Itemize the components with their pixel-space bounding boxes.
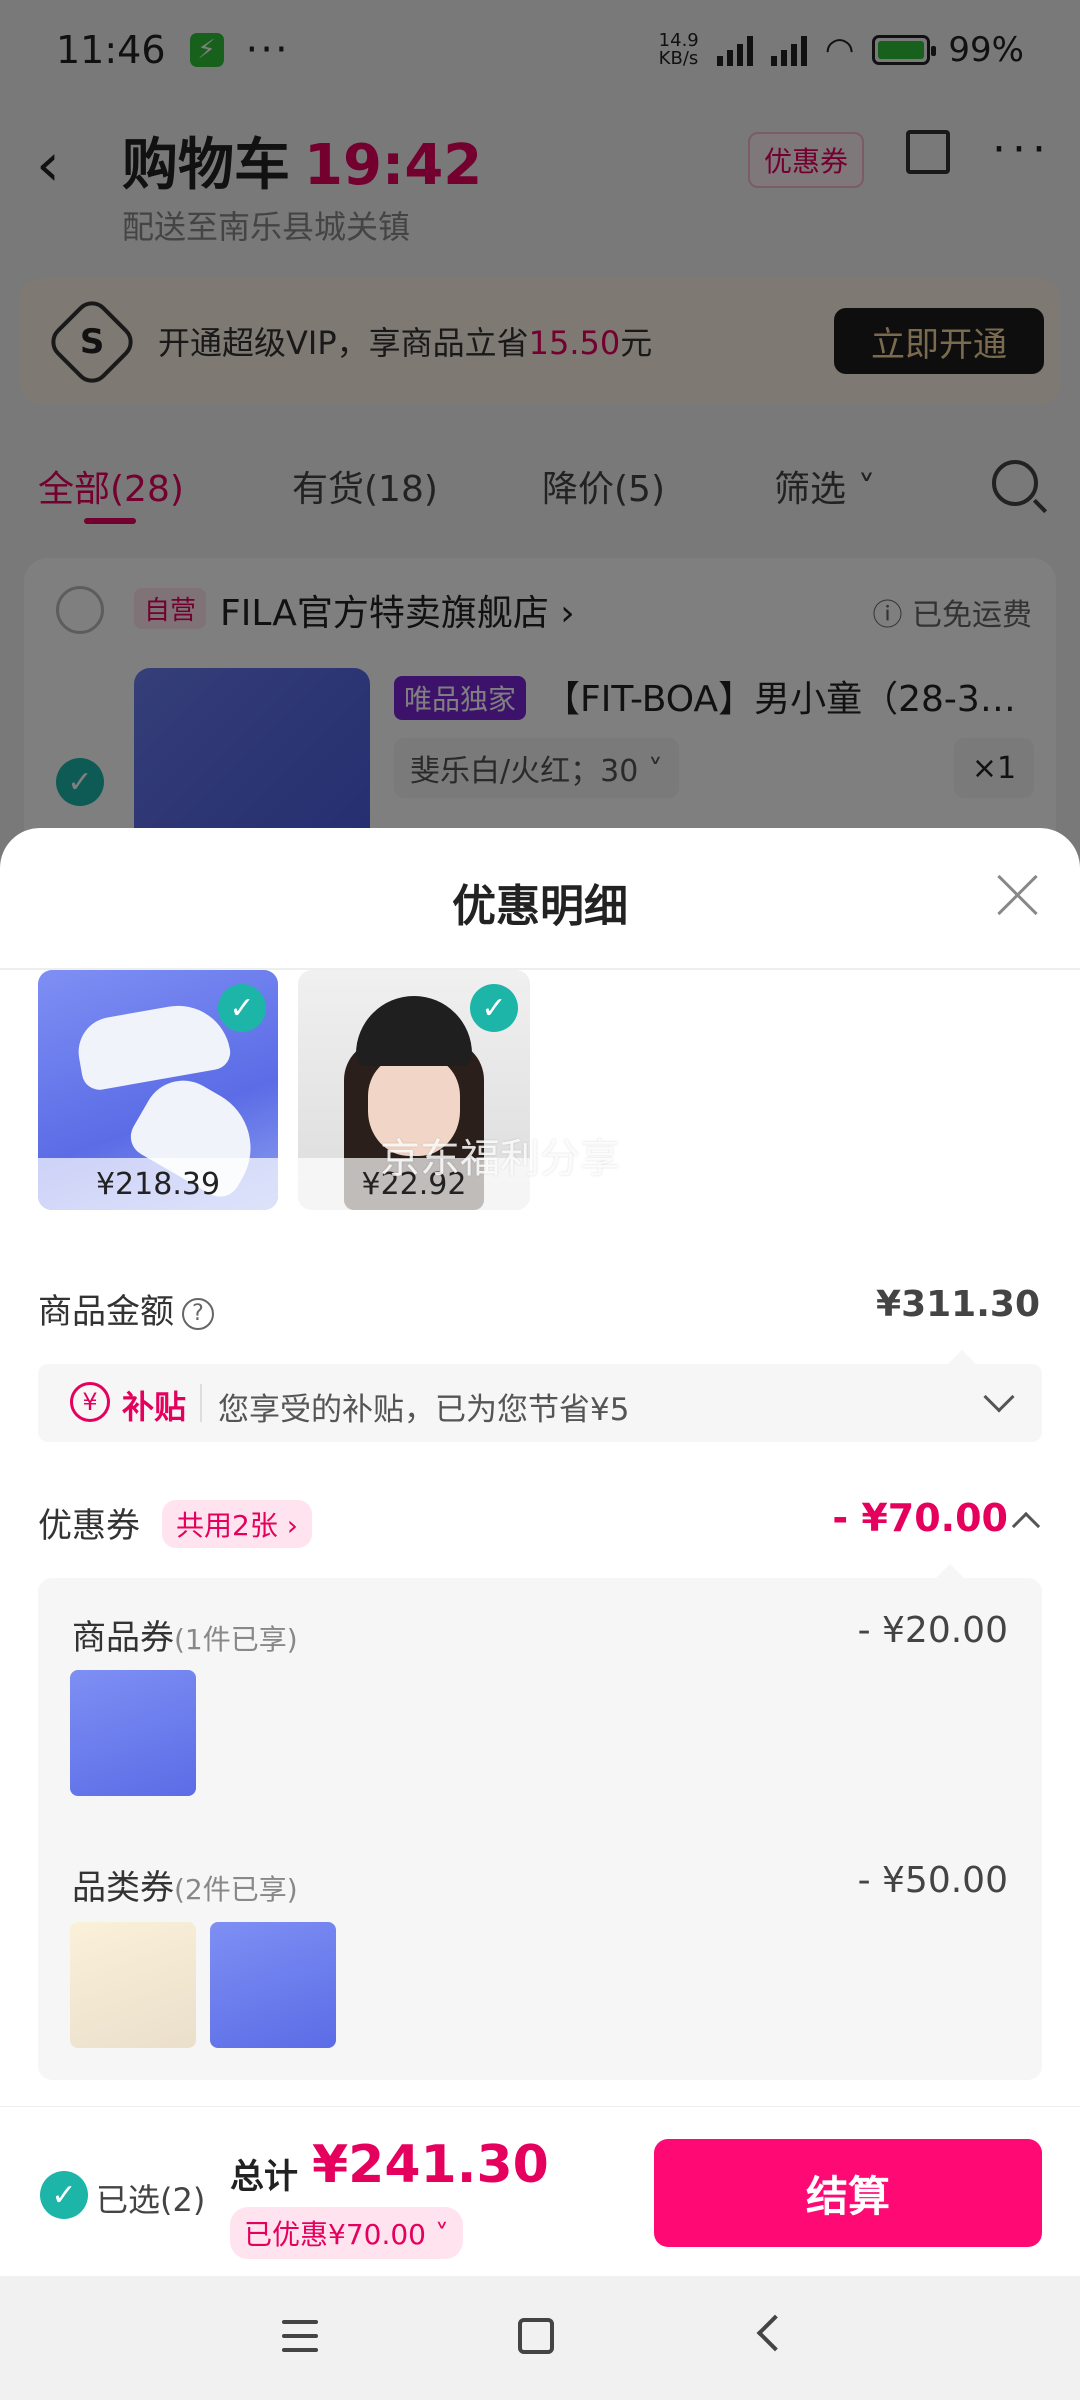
coupon-item-thumbnail <box>210 1922 336 2048</box>
subsidy-tag: 补贴 <box>122 1388 187 1426</box>
product-coupon-title: 商品券(1件已享) <box>72 1618 298 1658</box>
item-price: ¥218.39 <box>38 1158 278 1210</box>
discount-detail-sheet: 优惠明细 ✓ ¥218.39 ✓ ¥22.92 京东福利分享 商品金额? ¥31… <box>0 828 1080 2276</box>
coupon-count-chip[interactable]: 共用2张 › <box>162 1500 312 1548</box>
close-icon[interactable] <box>996 872 1040 916</box>
coupon-detail-panel: 商品券(1件已享) - ¥20.00 品类券(2件已享) - ¥50.00 <box>38 1578 1042 2080</box>
coupon-item-thumbnail <box>70 1670 196 1796</box>
subsidy-gift-icon: ¥ <box>70 1382 110 1422</box>
subsidy-text: 您享受的补贴，已为您节省¥5 <box>218 1392 630 1428</box>
hat-image <box>356 996 472 1066</box>
coupon-label: 优惠券 <box>38 1506 140 1546</box>
system-nav-bar <box>0 2276 1080 2400</box>
help-icon[interactable]: ? <box>182 1297 214 1330</box>
product-coupon-amount: - ¥20.00 <box>857 1610 1008 1651</box>
chevron-down-icon <box>983 1381 1015 1413</box>
recent-apps-icon[interactable] <box>282 2320 318 2352</box>
checkout-bar: ✓ 已选(2) 总计 ¥241.30 已优惠¥70.00 ˅ 结算 <box>0 2106 1080 2276</box>
category-coupon-title: 品类券(2件已享) <box>72 1868 298 1908</box>
goods-amount-value: ¥311.30 <box>876 1284 1040 1325</box>
home-icon[interactable] <box>518 2318 554 2354</box>
separator <box>200 1384 202 1422</box>
subsidy-row[interactable]: ¥ 补贴 您享受的补贴，已为您节省¥5 <box>38 1364 1042 1442</box>
back-icon[interactable] <box>756 2314 794 2352</box>
saved-amount-chip[interactable]: 已优惠¥70.00 ˅ <box>230 2207 463 2259</box>
pointer-notch <box>936 1564 964 1578</box>
total-value: ¥241.30 <box>312 2135 549 2195</box>
selected-count: 已选(2) <box>96 2181 206 2219</box>
coupon-total: - ¥70.00 <box>832 1496 1008 1540</box>
shoe-image <box>73 997 233 1093</box>
goods-amount-label: 商品金额? <box>38 1284 214 1333</box>
pointer-notch <box>948 1350 976 1364</box>
checkout-button[interactable]: 结算 <box>654 2139 1042 2247</box>
sheet-title: 优惠明细 <box>452 881 628 932</box>
check-icon: ✓ <box>470 984 518 1032</box>
total-label: 总计 <box>230 2157 298 2197</box>
coupon-item-thumbnail <box>70 1922 196 2048</box>
check-icon: ✓ <box>218 984 266 1032</box>
select-all-check-icon[interactable]: ✓ <box>40 2171 88 2219</box>
item-thumbnail-shoe[interactable]: ✓ ¥218.39 <box>38 970 278 1210</box>
category-coupon-amount: - ¥50.00 <box>857 1860 1008 1901</box>
chevron-up-icon[interactable] <box>1011 1511 1041 1541</box>
watermark-text: 京东福利分享 <box>380 1136 620 1182</box>
